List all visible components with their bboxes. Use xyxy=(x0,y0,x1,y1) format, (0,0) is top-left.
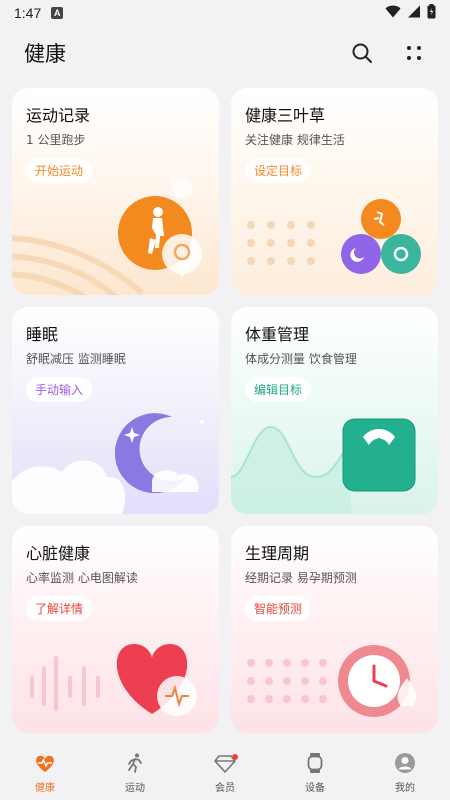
nav-label: 会员 xyxy=(215,783,235,794)
card-subtitle: 舒眠减压 监测睡眠 xyxy=(26,352,126,366)
health-clover-card[interactable]: 健康三叶草 关注健康 规律生活 设定目标 xyxy=(231,88,438,295)
notification-badge xyxy=(232,754,238,760)
card-subtitle: 体成分测量 饮食管理 xyxy=(245,352,357,366)
profile-icon xyxy=(392,750,418,776)
nav-item-health[interactable]: 健康 xyxy=(10,750,80,794)
heart-health-card[interactable]: 心脏健康 心率监测 心电图解读 了解详情 xyxy=(12,526,219,733)
wifi-icon xyxy=(385,5,401,22)
card-title: 健康三叶草 xyxy=(245,106,326,125)
bottom-nav: 健康 运动 会员 设备 我的 xyxy=(0,744,450,800)
card-title: 运动记录 xyxy=(26,106,91,125)
app-header: 健康 xyxy=(0,28,450,78)
status-icons xyxy=(385,3,436,23)
nav-item-device[interactable]: 设备 xyxy=(280,750,350,794)
card-title: 生理周期 xyxy=(245,544,310,563)
card-title: 体重管理 xyxy=(245,325,310,344)
nav-label: 设备 xyxy=(305,783,325,794)
exercise-record-card[interactable]: 运动记录 1 公里跑步 开始运动 xyxy=(12,88,219,295)
nav-item-member[interactable]: 会员 xyxy=(190,750,260,794)
status-bar: 1:47 A xyxy=(0,0,450,26)
card-subtitle: 关注健康 规律生活 xyxy=(245,133,345,147)
signal-icon xyxy=(407,5,421,22)
battery-icon xyxy=(427,3,436,23)
card-subtitle: 心率监测 心电图解读 xyxy=(26,571,138,585)
nav-label: 我的 xyxy=(395,783,415,794)
start-exercise-button[interactable]: 开始运动 xyxy=(26,158,93,183)
card-title: 心脏健康 xyxy=(26,544,91,563)
search-icon[interactable] xyxy=(350,41,374,65)
more-options-icon[interactable] xyxy=(402,41,426,65)
card-title: 睡眠 xyxy=(26,325,59,344)
page-title: 健康 xyxy=(24,42,66,66)
heart-pulse-icon xyxy=(32,750,58,776)
nav-item-profile[interactable]: 我的 xyxy=(370,750,440,794)
manual-input-button[interactable]: 手动输入 xyxy=(26,377,93,402)
runner-icon xyxy=(122,750,148,776)
edit-goal-button[interactable]: 编辑目标 xyxy=(245,377,312,402)
weight-management-card[interactable]: 体重管理 体成分测量 饮食管理 编辑目标 xyxy=(231,307,438,514)
health-card-grid: 运动记录 1 公里跑步 开始运动 健康三叶草 关注健康 规律生活 设定目标 睡眠… xyxy=(12,88,438,733)
watch-icon xyxy=(302,750,328,776)
nav-item-exercise[interactable]: 运动 xyxy=(100,750,170,794)
learn-more-button[interactable]: 了解详情 xyxy=(26,596,93,621)
smart-predict-button[interactable]: 智能预测 xyxy=(245,596,312,621)
nav-label: 健康 xyxy=(35,783,55,794)
nav-label: 运动 xyxy=(125,783,145,794)
menstrual-cycle-card[interactable]: 生理周期 经期记录 易孕期预测 智能预测 xyxy=(231,526,438,733)
header-actions xyxy=(350,41,426,65)
card-subtitle: 1 公里跑步 xyxy=(26,133,86,147)
card-subtitle: 经期记录 易孕期预测 xyxy=(245,571,357,585)
set-goal-button[interactable]: 设定目标 xyxy=(245,158,312,183)
sleep-card[interactable]: 睡眠 舒眠减压 监测睡眠 手动输入 xyxy=(12,307,219,514)
status-time: 1:47 xyxy=(14,5,42,21)
notification-app-icon: A xyxy=(51,7,64,19)
